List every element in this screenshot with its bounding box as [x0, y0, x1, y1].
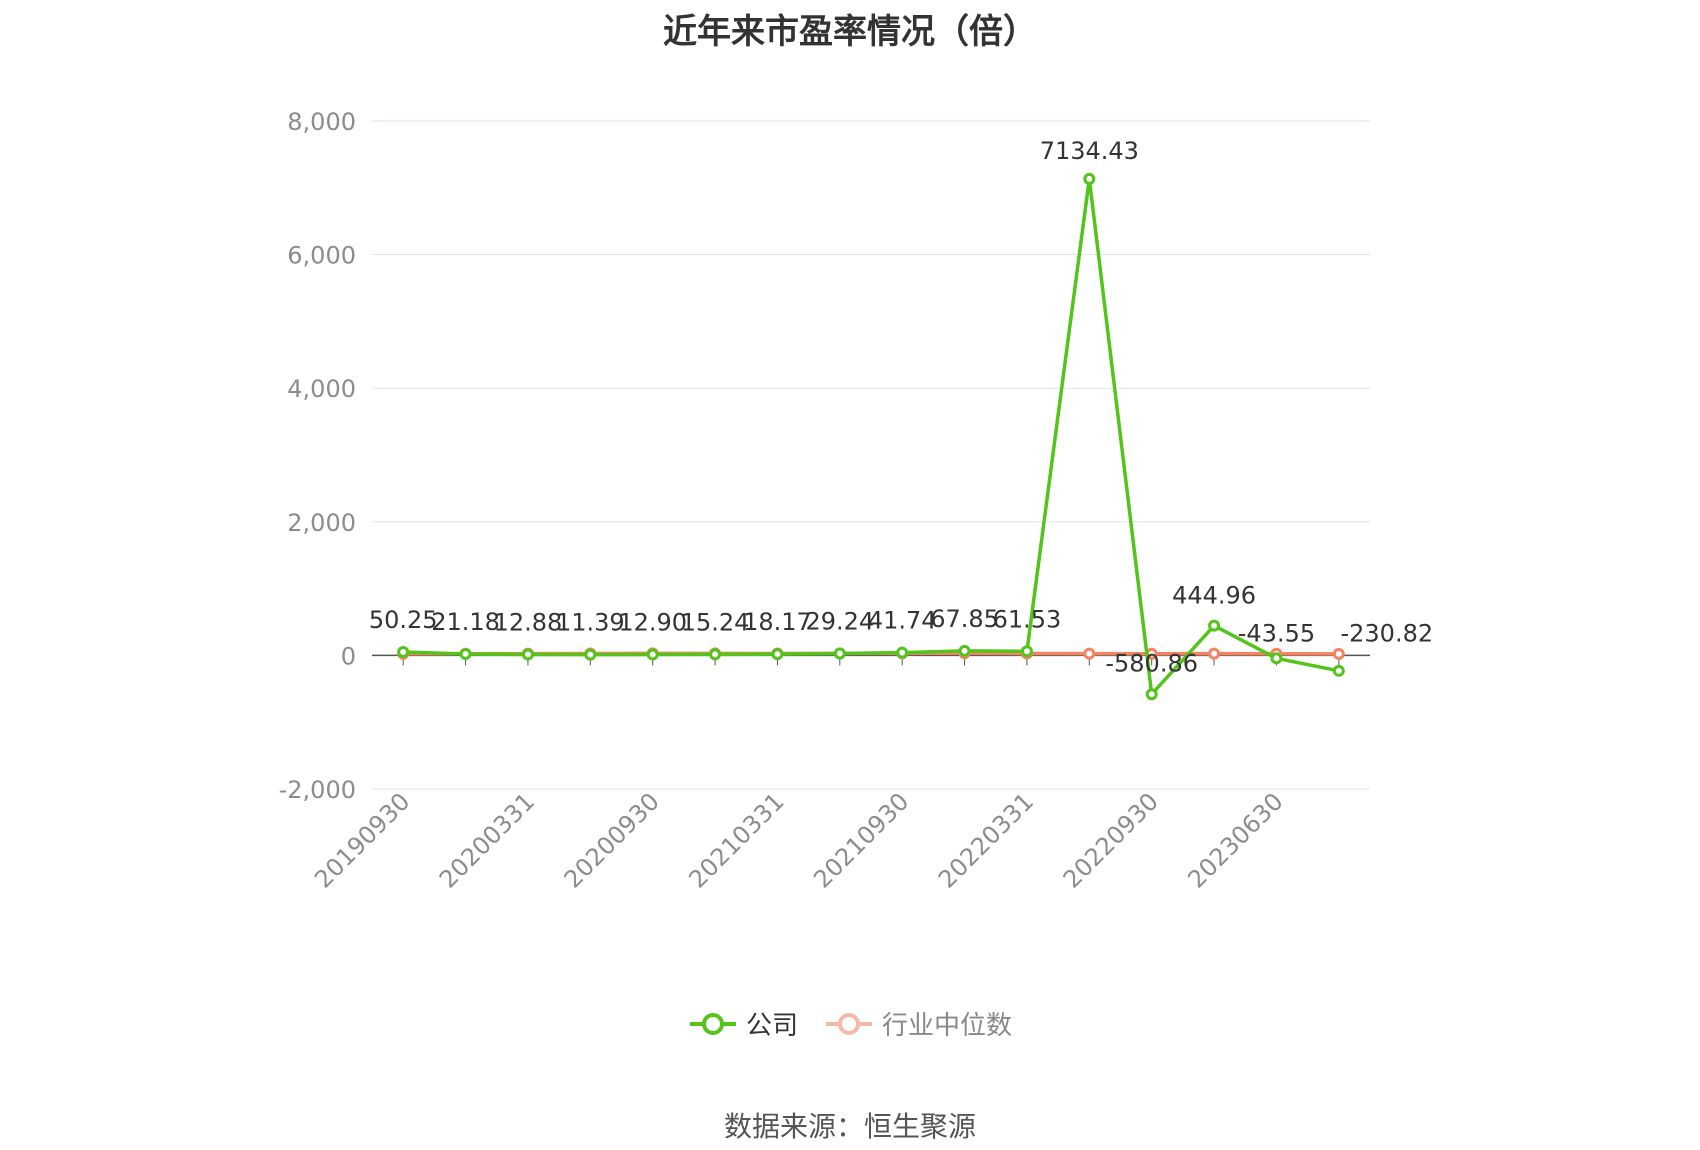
- company-data-label: -43.55: [1238, 619, 1315, 647]
- y-tick-label: -2,000: [279, 776, 356, 804]
- y-tick-label: 0: [341, 642, 356, 670]
- y-tick-label: 8,000: [287, 108, 356, 136]
- y-tick-label: 2,000: [287, 509, 356, 537]
- company-data-point: [1020, 645, 1033, 658]
- company-data-label: 7134.43: [1040, 137, 1139, 165]
- company-data-point: [709, 648, 722, 661]
- company-data-label: 41.74: [868, 607, 937, 635]
- company-data-point: [896, 646, 909, 659]
- x-tick-label: 20220331: [933, 787, 1039, 893]
- y-tick-label: 4,000: [287, 375, 356, 403]
- company-data-point: [459, 647, 472, 660]
- legend-industry-marker-icon: [826, 1012, 872, 1035]
- company-data-label: 61.53: [993, 605, 1062, 633]
- legend-industry-label: 行业中位数: [882, 1011, 1013, 1041]
- company-data-point: [1083, 172, 1096, 185]
- company-data-point: [833, 647, 846, 660]
- chart-plot: 8,0006,0004,0002,0000-2,00020190930 20200…: [279, 108, 1434, 894]
- company-data-point: [397, 646, 410, 659]
- legend-item-company[interactable]: 公司: [688, 1005, 798, 1042]
- x-tick-label: 20200930: [559, 787, 665, 893]
- company-data-label: 12.90: [618, 609, 687, 637]
- x-tick-label: 20210930: [808, 787, 914, 893]
- company-data-label: 50.25: [369, 606, 438, 634]
- company-data-point: [1332, 664, 1345, 677]
- industry-median-data-point: [1208, 647, 1221, 660]
- company-data-label: 21.18: [431, 608, 500, 636]
- legend-item-industry-median[interactable]: 行业中位数: [824, 1005, 1012, 1042]
- company-data-point: [521, 648, 534, 661]
- x-tick-label: 20220930: [1058, 787, 1164, 893]
- x-tick-label: 20210331: [684, 787, 790, 893]
- company-data-point: [1270, 652, 1283, 665]
- legend-company-label: 公司: [745, 1011, 798, 1041]
- company-data-label: 67.85: [930, 605, 999, 633]
- y-tick-label: 6,000: [287, 242, 356, 270]
- company-data-label: 18.17: [743, 608, 812, 636]
- company-data-point: [771, 648, 784, 661]
- company-data-point: [958, 644, 971, 657]
- industry-median-data-point: [1332, 647, 1345, 660]
- company-data-point: [646, 648, 659, 661]
- x-tick-label: 20200331: [434, 787, 540, 893]
- x-tick-label: 20230630: [1183, 787, 1289, 893]
- data-source: 数据来源：恒生聚源: [723, 1110, 976, 1143]
- company-data-label: 11.39: [556, 609, 625, 637]
- company-data-point: [1208, 619, 1221, 632]
- company-data-label: 444.96: [1172, 582, 1256, 610]
- company-data-label: 15.24: [681, 608, 750, 636]
- legend: 公司 行业中位数: [0, 1005, 1700, 1042]
- company-data-point: [1145, 688, 1158, 701]
- company-data-label: 29.24: [805, 607, 874, 635]
- legend-company-marker-icon: [689, 1012, 736, 1035]
- company-data-label: 12.88: [494, 609, 563, 637]
- company-data-label: -580.86: [1105, 649, 1198, 677]
- industry-median-data-point: [1083, 647, 1096, 660]
- company-data-point: [584, 648, 597, 661]
- company-data-label: -230.82: [1340, 619, 1433, 647]
